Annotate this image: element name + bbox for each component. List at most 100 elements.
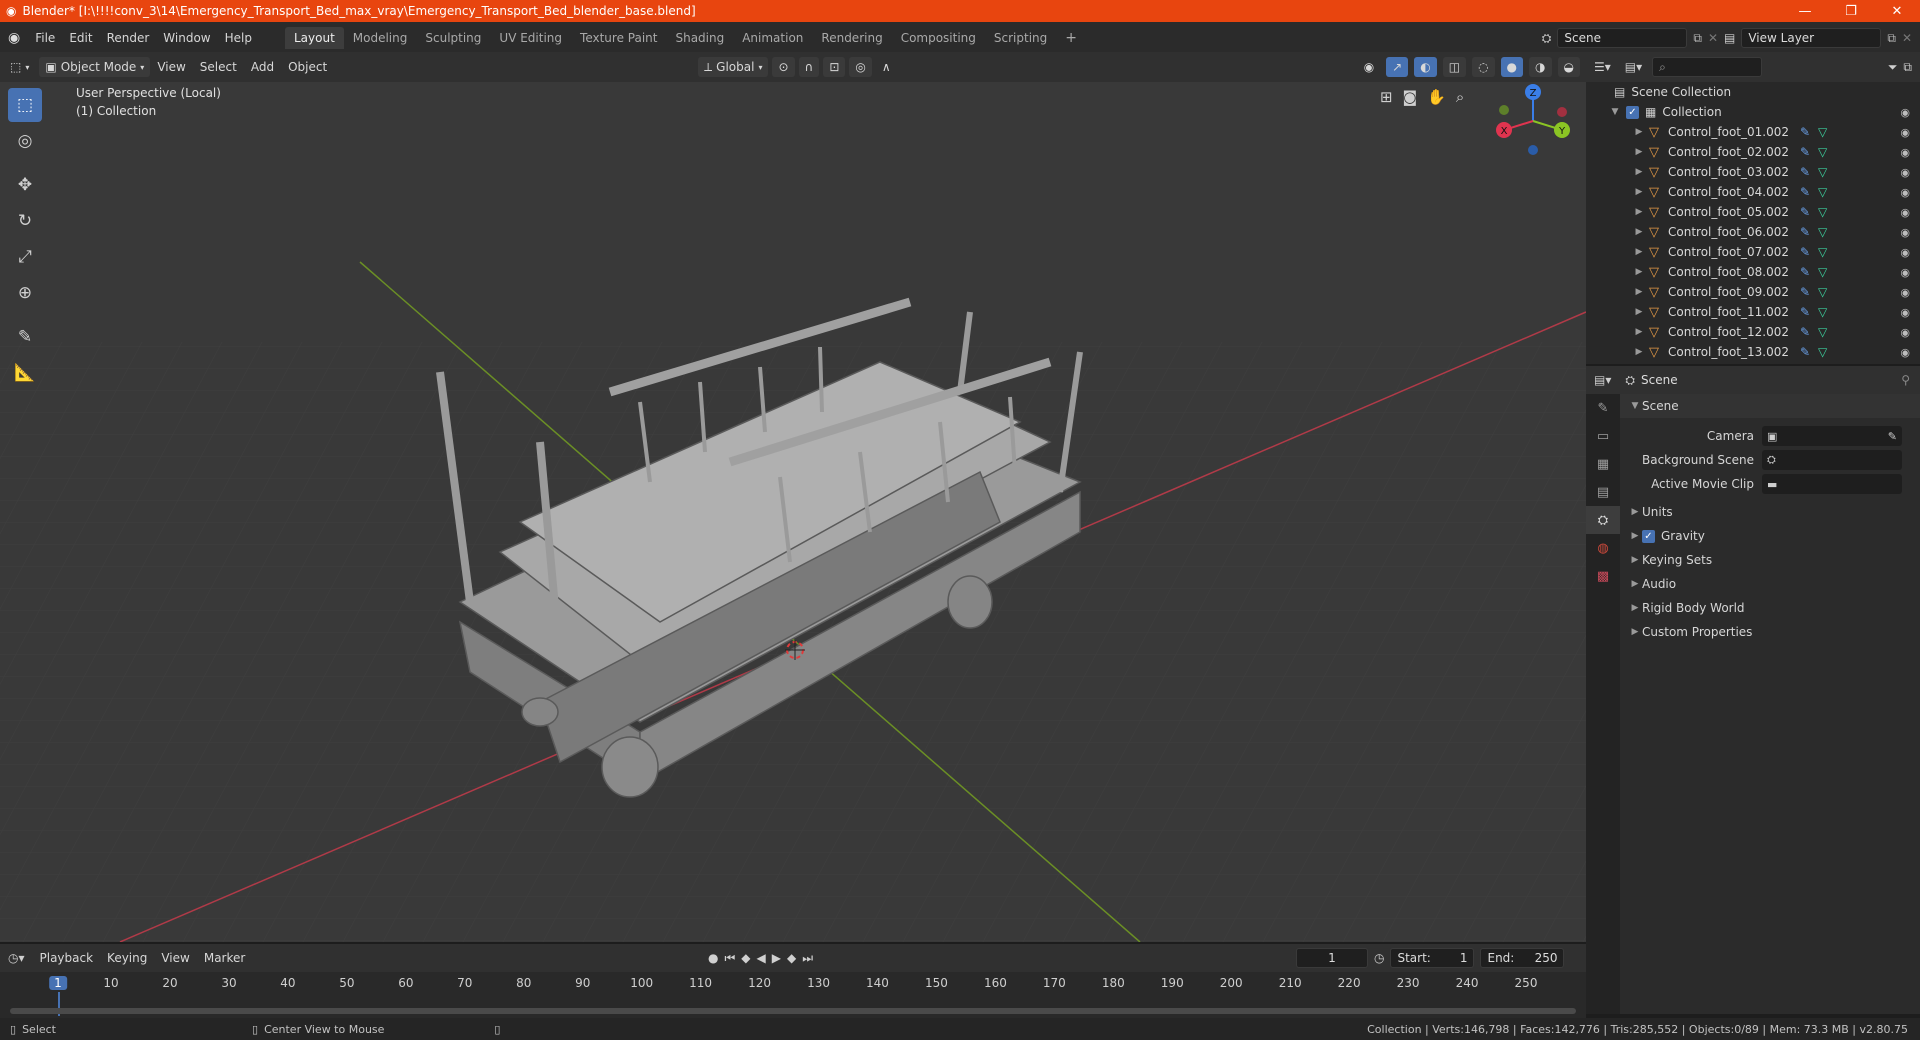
tab-view-layer[interactable]: ▤	[1586, 478, 1620, 506]
eye-icon[interactable]: ◉	[1900, 266, 1910, 279]
modifier-wrench-icon[interactable]: ✎	[1800, 265, 1810, 279]
falloff-dropdown[interactable]: ∧	[876, 57, 897, 77]
timeline-scrollbar[interactable]	[10, 1008, 1576, 1014]
modifier-wrench-icon[interactable]: ✎	[1800, 325, 1810, 339]
view-layer-field[interactable]: View Layer	[1741, 28, 1882, 48]
eye-icon[interactable]: ◉	[1900, 166, 1910, 179]
custom-properties-panel[interactable]: ▶ Custom Properties	[1620, 620, 1920, 644]
tab-shading[interactable]: Shading	[666, 27, 733, 49]
tab-render[interactable]: ▭	[1586, 422, 1620, 450]
outliner-item[interactable]: ▶ ▽ Control_foot_13.002 ✎ ▽ ◉	[1586, 342, 1920, 362]
menu-select[interactable]: Select	[193, 58, 244, 76]
tab-scene[interactable]: ⛭	[1586, 506, 1620, 534]
modifier-wrench-icon[interactable]: ✎	[1800, 125, 1810, 139]
active-movie-clip-field[interactable]: ▬	[1762, 474, 1902, 494]
eye-icon[interactable]: ◉	[1900, 126, 1910, 139]
units-panel[interactable]: ▶ Units	[1620, 500, 1920, 524]
outliner-item[interactable]: ▶ ▽ Control_foot_02.002 ✎ ▽ ◉	[1586, 142, 1920, 162]
menu-playback[interactable]: Playback	[33, 949, 101, 967]
new-scene-icon[interactable]: ⧉	[1693, 31, 1702, 46]
tab-uv-editing[interactable]: UV Editing	[490, 27, 571, 49]
expand-arrow-icon[interactable]: ▼	[1608, 107, 1622, 117]
record-icon[interactable]: ●	[708, 951, 718, 966]
frame-ruler[interactable]: 1 10 20 30 40 50 60 70 80 90 100 110 120 130 140 150 160…	[0, 972, 1586, 994]
modifier-wrench-icon[interactable]: ✎	[1800, 245, 1810, 259]
menu-edit[interactable]: Edit	[62, 28, 99, 48]
display-mode-icon[interactable]: ▤▾	[1619, 60, 1648, 74]
menu-marker[interactable]: Marker	[197, 949, 252, 967]
snap-toggle[interactable]: ∩	[798, 57, 820, 77]
tab-sculpting[interactable]: Sculpting	[416, 27, 490, 49]
outliner-item[interactable]: ▶ ▽ Control_foot_04.002 ✎ ▽ ◉	[1586, 182, 1920, 202]
modifier-wrench-icon[interactable]: ✎	[1800, 305, 1810, 319]
expand-arrow-icon[interactable]: ▶	[1632, 127, 1646, 137]
neg-y-handle[interactable]	[1499, 105, 1509, 115]
mesh-data-icon[interactable]: ▽	[1818, 305, 1827, 319]
mesh-data-icon[interactable]: ▽	[1818, 225, 1827, 239]
checkbox-icon[interactable]: ✓	[1626, 105, 1639, 119]
tab-texture-paint[interactable]: Texture Paint	[571, 27, 666, 49]
eye-icon[interactable]: ◉	[1900, 106, 1910, 119]
menu-help[interactable]: Help	[218, 28, 259, 48]
scene-panel-header[interactable]: ▼ Scene	[1620, 394, 1920, 418]
tab-layout[interactable]: Layout	[284, 27, 344, 49]
xray-toggle[interactable]: ◫	[1442, 57, 1467, 77]
timeline-editor-type-icon[interactable]: ◷▾	[0, 951, 33, 965]
modifier-wrench-icon[interactable]: ✎	[1800, 205, 1810, 219]
outliner-scene-collection[interactable]: ▤ Scene Collection	[1586, 82, 1920, 102]
shading-material-button[interactable]: ◑	[1529, 57, 1552, 77]
current-frame-marker[interactable]: 1	[49, 976, 67, 990]
mesh-data-icon[interactable]: ▽	[1818, 325, 1827, 339]
expand-arrow-icon[interactable]: ▶	[1632, 247, 1646, 257]
outliner-search-input[interactable]: ⌕	[1652, 57, 1763, 77]
menu-object[interactable]: Object	[281, 58, 334, 76]
modifier-wrench-icon[interactable]: ✎	[1800, 165, 1810, 179]
shading-rendered-button[interactable]: ◒	[1557, 57, 1580, 77]
rigid-body-world-panel[interactable]: ▶ Rigid Body World	[1620, 596, 1920, 620]
mode-dropdown[interactable]: ▣ Object Mode ▾	[39, 57, 151, 77]
outliner-item[interactable]: ▶ ▽ Control_foot_12.002 ✎ ▽ ◉	[1586, 322, 1920, 342]
navigation-gizmo[interactable]: Z Y X	[1490, 82, 1576, 164]
tab-output[interactable]: ▦	[1586, 450, 1620, 478]
jump-start-icon[interactable]: ⏮	[724, 951, 735, 966]
neg-z-handle[interactable]	[1528, 145, 1538, 155]
new-collection-icon[interactable]: ⧉	[1903, 60, 1920, 75]
expand-arrow-icon[interactable]: ▶	[1632, 227, 1646, 237]
outliner-editor-type-icon[interactable]: ☰▾	[1586, 60, 1619, 74]
prev-keyframe-icon[interactable]: ◆	[741, 951, 750, 966]
filter-icon[interactable]: ⏷	[1882, 60, 1904, 75]
shading-wireframe-button[interactable]: ◌	[1472, 57, 1495, 77]
modifier-wrench-icon[interactable]: ✎	[1800, 345, 1810, 359]
modifier-wrench-icon[interactable]: ✎	[1800, 285, 1810, 299]
background-scene-field[interactable]: ⛭	[1762, 450, 1902, 470]
mesh-data-icon[interactable]: ▽	[1818, 345, 1827, 359]
move-tool[interactable]: ✥	[8, 168, 42, 202]
gizmo-toggle[interactable]: ↗	[1386, 57, 1409, 77]
modifier-wrench-icon[interactable]: ✎	[1800, 185, 1810, 199]
keying-sets-panel[interactable]: ▶ Keying Sets	[1620, 548, 1920, 572]
viewport-canvas[interactable]	[0, 82, 1586, 942]
mesh-data-icon[interactable]: ▽	[1818, 165, 1827, 179]
3d-viewport[interactable]: User Perspective (Local) (1) Collection …	[0, 82, 1586, 942]
outliner-item[interactable]: ▶ ▽ Control_foot_08.002 ✎ ▽ ◉	[1586, 262, 1920, 282]
outliner-item[interactable]: ▶ ▽ Control_foot_11.002 ✎ ▽ ◉	[1586, 302, 1920, 322]
outliner-collection[interactable]: ▼ ✓ ▦ Collection ◉	[1586, 102, 1920, 122]
overlay-toggle[interactable]: ◐	[1414, 57, 1437, 77]
add-workspace-button[interactable]: +	[1056, 26, 1086, 50]
select-box-tool[interactable]: ⬚	[8, 88, 42, 122]
outliner-item[interactable]: ▶ ▽ Control_foot_06.002 ✎ ▽ ◉	[1586, 222, 1920, 242]
eye-icon[interactable]: ◉	[1900, 306, 1910, 319]
camera-view-icon[interactable]: ◙	[1403, 88, 1418, 106]
toggle-grid-icon[interactable]: ⊞	[1380, 88, 1393, 106]
jump-end-icon[interactable]: ⏭	[802, 951, 813, 966]
expand-arrow-icon[interactable]: ▶	[1632, 267, 1646, 277]
outliner-item[interactable]: ▶ ▽ Control_foot_03.002 ✎ ▽ ◉	[1586, 162, 1920, 182]
shading-solid-button[interactable]: ●	[1500, 57, 1524, 77]
modifier-wrench-icon[interactable]: ✎	[1800, 225, 1810, 239]
neg-x-handle[interactable]	[1557, 107, 1567, 117]
next-keyframe-icon[interactable]: ◆	[787, 951, 796, 966]
tab-rendering[interactable]: Rendering	[812, 27, 891, 49]
start-frame-field[interactable]: Start: 1	[1390, 948, 1475, 968]
menu-window[interactable]: Window	[156, 28, 217, 48]
zoom-icon[interactable]: ⌕	[1456, 88, 1464, 106]
